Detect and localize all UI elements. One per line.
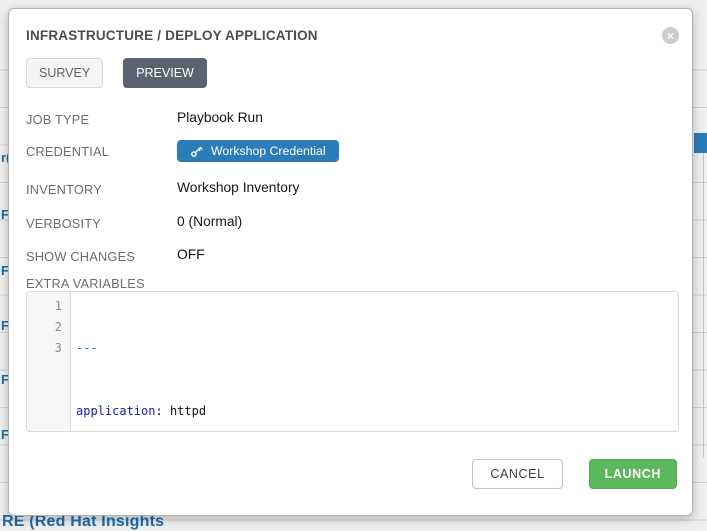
code-line: --- [76,338,206,359]
launch-button[interactable]: LAUNCH [589,459,677,489]
line-number: 2 [27,317,62,338]
backdrop-button-fragment [694,133,707,153]
tab-preview[interactable]: PREVIEW [123,58,207,88]
field-label: CREDENTIAL [26,142,177,159]
credential-badge[interactable]: Workshop Credential [177,140,339,162]
dialog-footer: CANCEL LAUNCH [472,459,677,489]
line-number: 3 [27,338,62,359]
field-value: Playbook Run [177,110,263,125]
editor-code[interactable]: --- application: httpd [71,292,206,431]
extra-variables-editor[interactable]: 1 2 3 --- application: httpd [26,291,679,432]
yaml-value: httpd [170,404,206,418]
field-value: Workshop Inventory [177,180,299,195]
extra-variables-label: EXTRA VARIABLES [26,276,145,291]
detail-row-job-type: JOB TYPE Playbook Run [26,110,681,127]
close-icon: × [667,30,674,42]
field-label: INVENTORY [26,180,177,197]
detail-row-inventory: INVENTORY Workshop Inventory [26,180,681,197]
tab-survey[interactable]: SURVEY [26,58,103,88]
field-label: SHOW CHANGES [26,247,177,264]
detail-row-show-changes: SHOW CHANGES OFF [26,247,681,264]
cancel-button[interactable]: CANCEL [472,459,562,489]
editor-line-numbers: 1 2 3 [27,292,71,431]
field-label: JOB TYPE [26,110,177,127]
key-icon [190,145,203,158]
backdrop-column-divider [703,153,704,458]
field-label: VERBOSITY [26,214,177,231]
credential-badge-label: Workshop Credential [211,144,326,158]
close-button[interactable]: × [662,27,679,44]
deploy-application-dialog: INFRASTRUCTURE / DEPLOY APPLICATION × SU… [8,8,693,516]
job-details: JOB TYPE Playbook Run CREDENTIAL Wor [26,110,681,264]
field-value: 0 (Normal) [177,214,242,229]
yaml-separator: : [155,404,169,418]
line-number: 1 [27,296,62,317]
field-value: OFF [177,247,205,262]
detail-row-credential: CREDENTIAL Workshop Credential [26,142,681,162]
detail-row-verbosity: VERBOSITY 0 (Normal) [26,214,681,231]
code-line: application: httpd [76,401,206,422]
dialog-title: INFRASTRUCTURE / DEPLOY APPLICATION [26,28,318,43]
yaml-key: application [76,404,155,418]
yaml-doc-separator: --- [76,341,98,355]
dialog-tabs: SURVEY PREVIEW [26,58,207,88]
